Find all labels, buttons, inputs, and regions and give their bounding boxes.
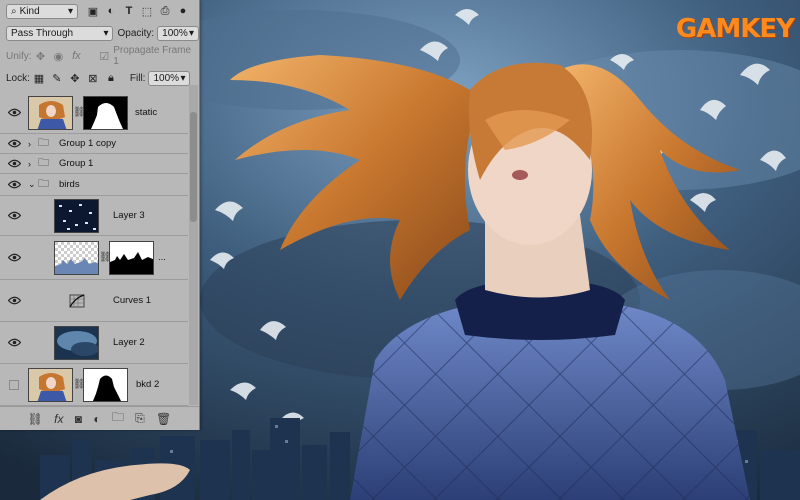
scrollbar-thumb[interactable] bbox=[190, 112, 197, 222]
layer-name: Layer 2 bbox=[113, 337, 145, 348]
layer-mask-thumbnail[interactable] bbox=[109, 240, 154, 275]
blend-mode-select[interactable]: Pass Through ▾ bbox=[6, 25, 114, 41]
unify-visibility-icon[interactable]: ◉ bbox=[51, 49, 65, 63]
folder-icon: 🗀︎ bbox=[38, 178, 49, 190]
filter-toggle-icon[interactable]: ● bbox=[176, 4, 190, 18]
fill-input[interactable]: 100% ▾ bbox=[148, 70, 191, 86]
layer-row-layer-2[interactable]: Layer 2 bbox=[0, 322, 188, 364]
smart-object-filter-icon[interactable]: ⎙ bbox=[158, 4, 172, 18]
filter-kind-select[interactable]: ⌕ Kind ▾ bbox=[6, 3, 78, 19]
new-group-folder-icon[interactable]: 🗀︎ bbox=[112, 408, 124, 429]
layer-thumbnail bbox=[54, 240, 99, 275]
layer-mask-thumbnail[interactable] bbox=[83, 367, 128, 402]
blend-row: Pass Through ▾ Opacity: 100% ▾ bbox=[0, 24, 199, 42]
lock-label: Lock: bbox=[6, 72, 30, 84]
layer-thumbnail bbox=[28, 95, 73, 130]
trash-icon[interactable]: 🗑︎ bbox=[156, 412, 171, 426]
layer-name: bkd 2 bbox=[136, 379, 160, 390]
lock-all-icon[interactable]: 🔒︎ bbox=[104, 71, 118, 85]
link-chain-icon[interactable]: ⛓ bbox=[73, 107, 86, 118]
layer-name: Group 1 copy bbox=[59, 138, 117, 149]
lock-move-icon[interactable]: ✥ bbox=[68, 71, 82, 85]
propagate-label: Propagate Frame 1 bbox=[113, 45, 192, 67]
adjustment-layer-icon[interactable]: ◐ bbox=[93, 412, 100, 426]
layer-row-static[interactable]: ⛓ static bbox=[0, 92, 188, 134]
layer-row-layer-3[interactable]: Layer 3 bbox=[0, 196, 188, 236]
opacity-input[interactable]: 100% ▾ bbox=[157, 25, 199, 41]
visibility-eye-icon[interactable] bbox=[0, 108, 28, 117]
type-filter-icon[interactable]: T bbox=[122, 4, 136, 18]
layer-name: birds bbox=[59, 179, 80, 190]
layers-bottom-toolbar: ⛓ fx ◙ ◐ 🗀︎ ⎘ 🗑︎ bbox=[0, 406, 199, 430]
link-chain-icon[interactable]: ⛓ bbox=[73, 379, 86, 390]
layer-thumbnail bbox=[54, 198, 99, 233]
lock-brush-icon[interactable]: ✎ bbox=[50, 71, 64, 85]
link-layers-icon[interactable]: ⛓ bbox=[28, 412, 43, 426]
layer-name: Curves 1 bbox=[113, 295, 152, 306]
chevron-down-icon[interactable]: ⌄ bbox=[28, 179, 38, 190]
blend-mode-label: Pass Through bbox=[11, 27, 74, 39]
chevron-right-icon[interactable]: › bbox=[28, 159, 38, 169]
layers-panel: ⌕ Kind ▾ ▣ ◐ T ⬚ ⎙ ● Pass Through ▾ Opac… bbox=[0, 0, 200, 430]
curves-adjustment-icon bbox=[54, 293, 99, 308]
propagate-checkbox[interactable]: ☑ bbox=[97, 49, 111, 63]
layer-mask-thumbnail[interactable] bbox=[83, 95, 128, 130]
layer-thumbnail bbox=[54, 325, 99, 360]
new-layer-icon[interactable]: ⎘ bbox=[135, 411, 145, 426]
layer-row-bkd-2[interactable]: ⛓ bkd 2 bbox=[0, 364, 188, 406]
chevron-right-icon[interactable]: › bbox=[28, 139, 38, 149]
shape-filter-icon[interactable]: ⬚ bbox=[140, 4, 154, 18]
visibility-eye-icon[interactable] bbox=[0, 159, 28, 168]
visibility-eye-icon[interactable] bbox=[0, 296, 28, 305]
adjustment-filter-icon[interactable]: ◐ bbox=[104, 4, 118, 18]
visibility-eye-icon[interactable] bbox=[0, 180, 28, 189]
opacity-value: 100% bbox=[162, 27, 188, 39]
link-chain-icon[interactable]: ⛓ bbox=[99, 252, 112, 263]
fill-label: Fill: bbox=[129, 72, 146, 84]
unify-label: Unify: bbox=[6, 50, 32, 62]
visibility-eye-icon[interactable] bbox=[0, 139, 28, 148]
lock-row: Lock: ▦ ✎ ✥ ⊠ 🔒︎ Fill: 100% ▾ bbox=[0, 70, 199, 86]
fill-value: 100% bbox=[153, 72, 180, 84]
lock-transparent-icon[interactable]: ▦ bbox=[32, 71, 46, 85]
add-mask-icon[interactable]: ◙ bbox=[75, 412, 82, 426]
layer-thumbnail bbox=[28, 367, 73, 402]
folder-icon: 🗀︎ bbox=[38, 137, 49, 149]
visibility-eye-icon[interactable] bbox=[0, 338, 28, 347]
lock-artboard-icon[interactable]: ⊠ bbox=[86, 71, 100, 85]
layers-scrollbar[interactable] bbox=[189, 85, 198, 405]
watermark-logo: GAMKEY bbox=[675, 14, 795, 44]
chevron-down-icon: ▾ bbox=[188, 27, 194, 39]
pixel-filter-icon[interactable]: ▣ bbox=[86, 4, 100, 18]
visibility-toggle-off[interactable] bbox=[0, 379, 28, 390]
chevron-down-icon: ▾ bbox=[103, 27, 109, 39]
layer-name-truncated: ... bbox=[158, 252, 166, 263]
unify-style-icon[interactable]: fx bbox=[69, 49, 83, 63]
layer-row-birds[interactable]: ⌄ 🗀︎ birds bbox=[0, 174, 188, 196]
layer-name: Group 1 bbox=[59, 158, 94, 169]
filter-kind-label: Kind bbox=[19, 5, 40, 17]
layer-name: Layer 3 bbox=[113, 210, 145, 221]
visibility-eye-icon[interactable] bbox=[0, 211, 28, 220]
layer-row-city[interactable]: ⛓ ... bbox=[0, 236, 188, 280]
fx-icon[interactable]: fx bbox=[54, 412, 63, 426]
unify-position-icon[interactable]: ✥ bbox=[34, 49, 48, 63]
layer-row-group-1-copy[interactable]: › 🗀︎ Group 1 copy bbox=[0, 134, 188, 154]
filter-row: ⌕ Kind ▾ ▣ ◐ T ⬚ ⎙ ● bbox=[0, 2, 199, 20]
layer-row-group-1[interactable]: › 🗀︎ Group 1 bbox=[0, 154, 188, 174]
chevron-down-icon: ▾ bbox=[67, 5, 73, 17]
opacity-label: Opacity: bbox=[117, 27, 155, 39]
unify-row: Unify: ✥ ◉ fx ☑ Propagate Frame 1 bbox=[0, 45, 199, 67]
layer-name: static bbox=[135, 107, 158, 118]
chevron-down-icon: ▾ bbox=[180, 72, 186, 84]
visibility-eye-icon[interactable] bbox=[0, 253, 28, 262]
search-icon: ⌕ bbox=[11, 5, 17, 17]
folder-icon: 🗀︎ bbox=[38, 157, 49, 169]
layer-row-curves-1[interactable]: Curves 1 bbox=[0, 280, 188, 322]
